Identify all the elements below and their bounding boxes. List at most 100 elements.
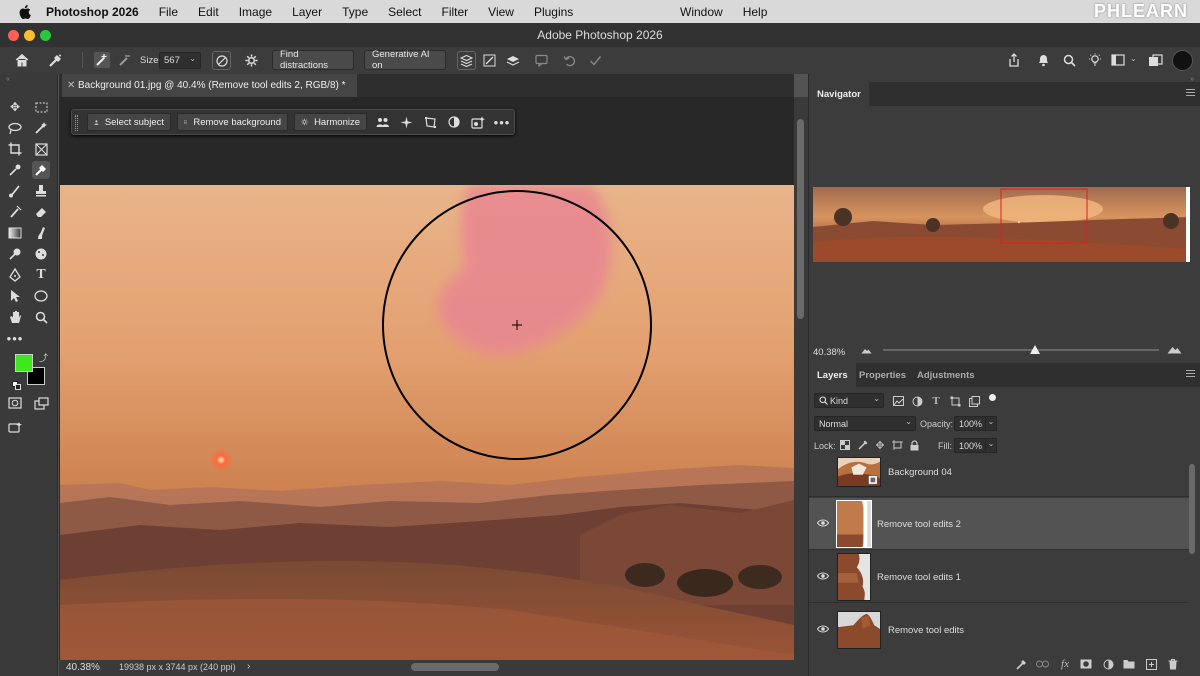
discover-bulb-icon[interactable] — [1087, 52, 1103, 68]
generative-fill-icon[interactable] — [470, 114, 486, 130]
frame-tool-icon[interactable] — [32, 140, 50, 158]
layer-name[interactable]: Background 04 — [888, 467, 952, 478]
smudge-tool-icon[interactable] — [32, 224, 50, 242]
layer-name[interactable]: Remove tool edits — [888, 625, 964, 636]
sparkle-select-icon[interactable] — [398, 114, 414, 130]
layer-row[interactable]: Remove tool edits 1 — [809, 551, 1189, 603]
layer-name[interactable]: Remove tool edits 1 — [877, 572, 961, 583]
remove-options-icon[interactable] — [481, 52, 497, 68]
generative-ai-button[interactable]: Generative AI on — [364, 49, 446, 71]
navigator-preview[interactable] — [813, 187, 1190, 262]
trash-icon[interactable] — [1166, 657, 1180, 671]
hand-tool-icon[interactable] — [6, 308, 24, 326]
new-layer-icon[interactable] — [1144, 657, 1158, 671]
type-tool-icon[interactable]: T — [32, 266, 50, 284]
canvas-image[interactable] — [60, 185, 794, 660]
menu-layer[interactable]: Layer — [292, 5, 322, 19]
remove-tool-icon[interactable] — [47, 52, 63, 68]
comment-icon[interactable] — [533, 52, 549, 68]
layer-row-selected[interactable]: Remove tool edits 2 — [809, 498, 1189, 550]
chevron-down-icon[interactable]: ⌄ — [189, 54, 196, 63]
menu-edit[interactable]: Edit — [198, 5, 219, 19]
menu-file[interactable]: File — [159, 5, 178, 19]
filter-adjustment-icon[interactable] — [910, 394, 924, 408]
chevron-right-icon[interactable]: › — [247, 661, 250, 672]
quick-mask-icon[interactable] — [6, 394, 24, 412]
opacity-input[interactable]: 100% — [954, 416, 986, 431]
contrast-icon[interactable] — [446, 114, 462, 130]
zoom-slider-thumb[interactable] — [1029, 345, 1040, 354]
menu-plugins[interactable]: Plugins — [534, 5, 573, 19]
menu-image[interactable]: Image — [239, 5, 272, 19]
layer-row[interactable]: Remove tool edits — [809, 604, 1189, 654]
menu-filter[interactable]: Filter — [441, 5, 468, 19]
menu-app[interactable]: Photoshop 2026 — [46, 5, 139, 19]
lock-artboard-icon[interactable] — [890, 438, 904, 452]
tab-adjustments[interactable]: Adjustments — [909, 363, 983, 387]
vertical-scroll-thumb[interactable] — [797, 119, 804, 319]
chevron-down-icon[interactable]: ⌄ — [1130, 54, 1137, 63]
size-input[interactable]: 567 ⌄ — [159, 52, 201, 69]
search-icon[interactable] — [1061, 52, 1077, 68]
remove-tool-active-icon[interactable] — [32, 161, 50, 179]
horizontal-scroll-thumb[interactable] — [411, 663, 499, 671]
generative-expand-icon[interactable] — [6, 418, 24, 436]
select-subject-button[interactable]: Select subject — [87, 113, 171, 131]
layer-row[interactable]: Background 04 — [809, 456, 1189, 497]
apple-icon[interactable] — [16, 4, 34, 19]
more-tools-icon[interactable]: ••• — [6, 329, 24, 347]
panel-menu-icon[interactable] — [1186, 370, 1195, 379]
menu-select[interactable]: Select — [388, 5, 421, 19]
brush-icon[interactable] — [1014, 657, 1028, 671]
commit-check-icon[interactable] — [587, 52, 603, 68]
bell-icon[interactable] — [1035, 52, 1051, 68]
filter-pixel-icon[interactable] — [891, 394, 905, 408]
screen-mode-icon[interactable] — [32, 394, 50, 412]
zoom-tool-icon[interactable] — [32, 308, 50, 326]
filter-shape-icon[interactable] — [948, 394, 962, 408]
navigator-zoom-value[interactable]: 40.38% — [813, 347, 845, 358]
more-options-icon[interactable]: ••• — [494, 114, 510, 130]
lock-position-icon[interactable]: ✥ — [873, 438, 887, 452]
link-layers-icon[interactable] — [1035, 657, 1049, 671]
clone-stamp-tool-icon[interactable] — [32, 182, 50, 200]
minimize-window-button[interactable] — [24, 30, 35, 41]
menu-view[interactable]: View — [488, 5, 514, 19]
pen-tool-icon[interactable] — [6, 266, 24, 284]
magic-wand-tool-icon[interactable] — [32, 119, 50, 137]
eye-icon[interactable] — [817, 517, 829, 529]
eraser-tool-icon[interactable] — [32, 203, 50, 221]
tab-properties[interactable]: Properties — [851, 363, 914, 387]
move-tool-icon[interactable]: ✥ — [6, 98, 24, 116]
menu-help[interactable]: Help — [743, 5, 768, 19]
lock-pixels-icon[interactable] — [856, 438, 870, 452]
layer-filter-select[interactable]: Kind ⌄ — [814, 393, 884, 408]
eye-icon[interactable] — [817, 623, 829, 635]
eye-icon[interactable] — [817, 570, 829, 582]
brush-add-icon[interactable] — [94, 52, 110, 68]
history-brush-tool-icon[interactable] — [6, 203, 24, 221]
new-group-icon[interactable] — [1122, 657, 1136, 671]
tab-navigator[interactable]: Navigator — [809, 82, 869, 106]
adjustment-layer-icon[interactable] — [1101, 657, 1115, 671]
remove-background-button[interactable]: Remove background — [177, 113, 288, 131]
menu-window[interactable]: Window — [680, 5, 723, 19]
sponge-tool-icon[interactable] — [32, 245, 50, 263]
fill-input[interactable]: 100% — [954, 438, 986, 453]
ellipse-tool-icon[interactable] — [32, 287, 50, 305]
filter-toggle-icon[interactable] — [989, 394, 996, 401]
people-icon[interactable] — [374, 114, 390, 130]
tab-layers[interactable]: Layers — [809, 363, 856, 387]
panel-menu-icon[interactable] — [1186, 89, 1195, 98]
marquee-tool-icon[interactable] — [32, 98, 50, 116]
layer-style-icon[interactable]: fx — [1058, 657, 1072, 671]
brush-subtract-icon[interactable] — [117, 52, 133, 68]
zoom-level[interactable]: 40.38% — [66, 662, 100, 673]
layers-scroll-thumb[interactable] — [1189, 464, 1195, 554]
swap-colors-icon[interactable]: ⤴ — [39, 351, 48, 364]
lock-all-icon[interactable] — [907, 438, 921, 452]
menu-type[interactable]: Type — [342, 5, 368, 19]
crop-tool-icon[interactable] — [6, 140, 24, 158]
canvas-area[interactable]: Select subject Remove background Harmoni… — [59, 97, 794, 660]
close-window-button[interactable] — [8, 30, 19, 41]
